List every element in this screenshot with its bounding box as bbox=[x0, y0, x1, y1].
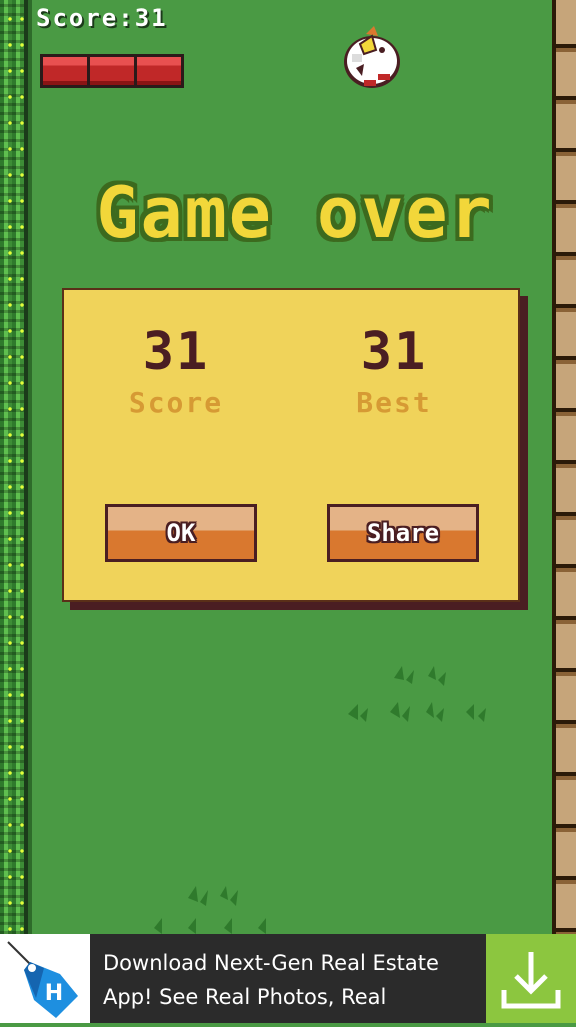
chicken-icon bbox=[344, 26, 400, 88]
best-label: Best bbox=[356, 386, 432, 419]
ad-logo: H bbox=[0, 934, 90, 1023]
share-button[interactable]: Share bbox=[327, 504, 479, 562]
game-field: Score:31 Game over 31 Score 31 Best OK S… bbox=[0, 0, 576, 934]
score-label: Score bbox=[128, 386, 224, 419]
ok-button[interactable]: OK bbox=[105, 504, 257, 562]
hedge-flowers bbox=[0, 0, 24, 934]
ok-button-label: OK bbox=[166, 519, 196, 547]
ad-download-button[interactable] bbox=[486, 934, 576, 1023]
hud-score: Score:31 bbox=[36, 4, 168, 32]
best-value: 31 bbox=[360, 322, 428, 382]
health-bar bbox=[40, 54, 184, 88]
download-arrow-icon bbox=[501, 952, 561, 1009]
grass-tuft bbox=[348, 666, 486, 722]
svg-text:H: H bbox=[45, 981, 63, 1006]
ad-text[interactable]: Download Next-Gen Real Estate App! See R… bbox=[103, 946, 483, 1014]
game-over-title: Game over bbox=[96, 172, 494, 254]
grass-tuft bbox=[154, 886, 266, 934]
share-button-label: Share bbox=[366, 519, 440, 547]
results-panel: 31 Score 31 Best OK Share bbox=[62, 288, 520, 602]
health-segment bbox=[90, 57, 134, 85]
price-tag-logo-icon: H bbox=[7, 941, 78, 1018]
right-fence bbox=[552, 0, 576, 934]
score-value: 31 bbox=[142, 322, 210, 382]
health-segment bbox=[137, 57, 181, 85]
health-segment bbox=[43, 57, 87, 85]
ad-banner[interactable]: H Download Next-Gen Real Estate App! See… bbox=[0, 934, 576, 1023]
